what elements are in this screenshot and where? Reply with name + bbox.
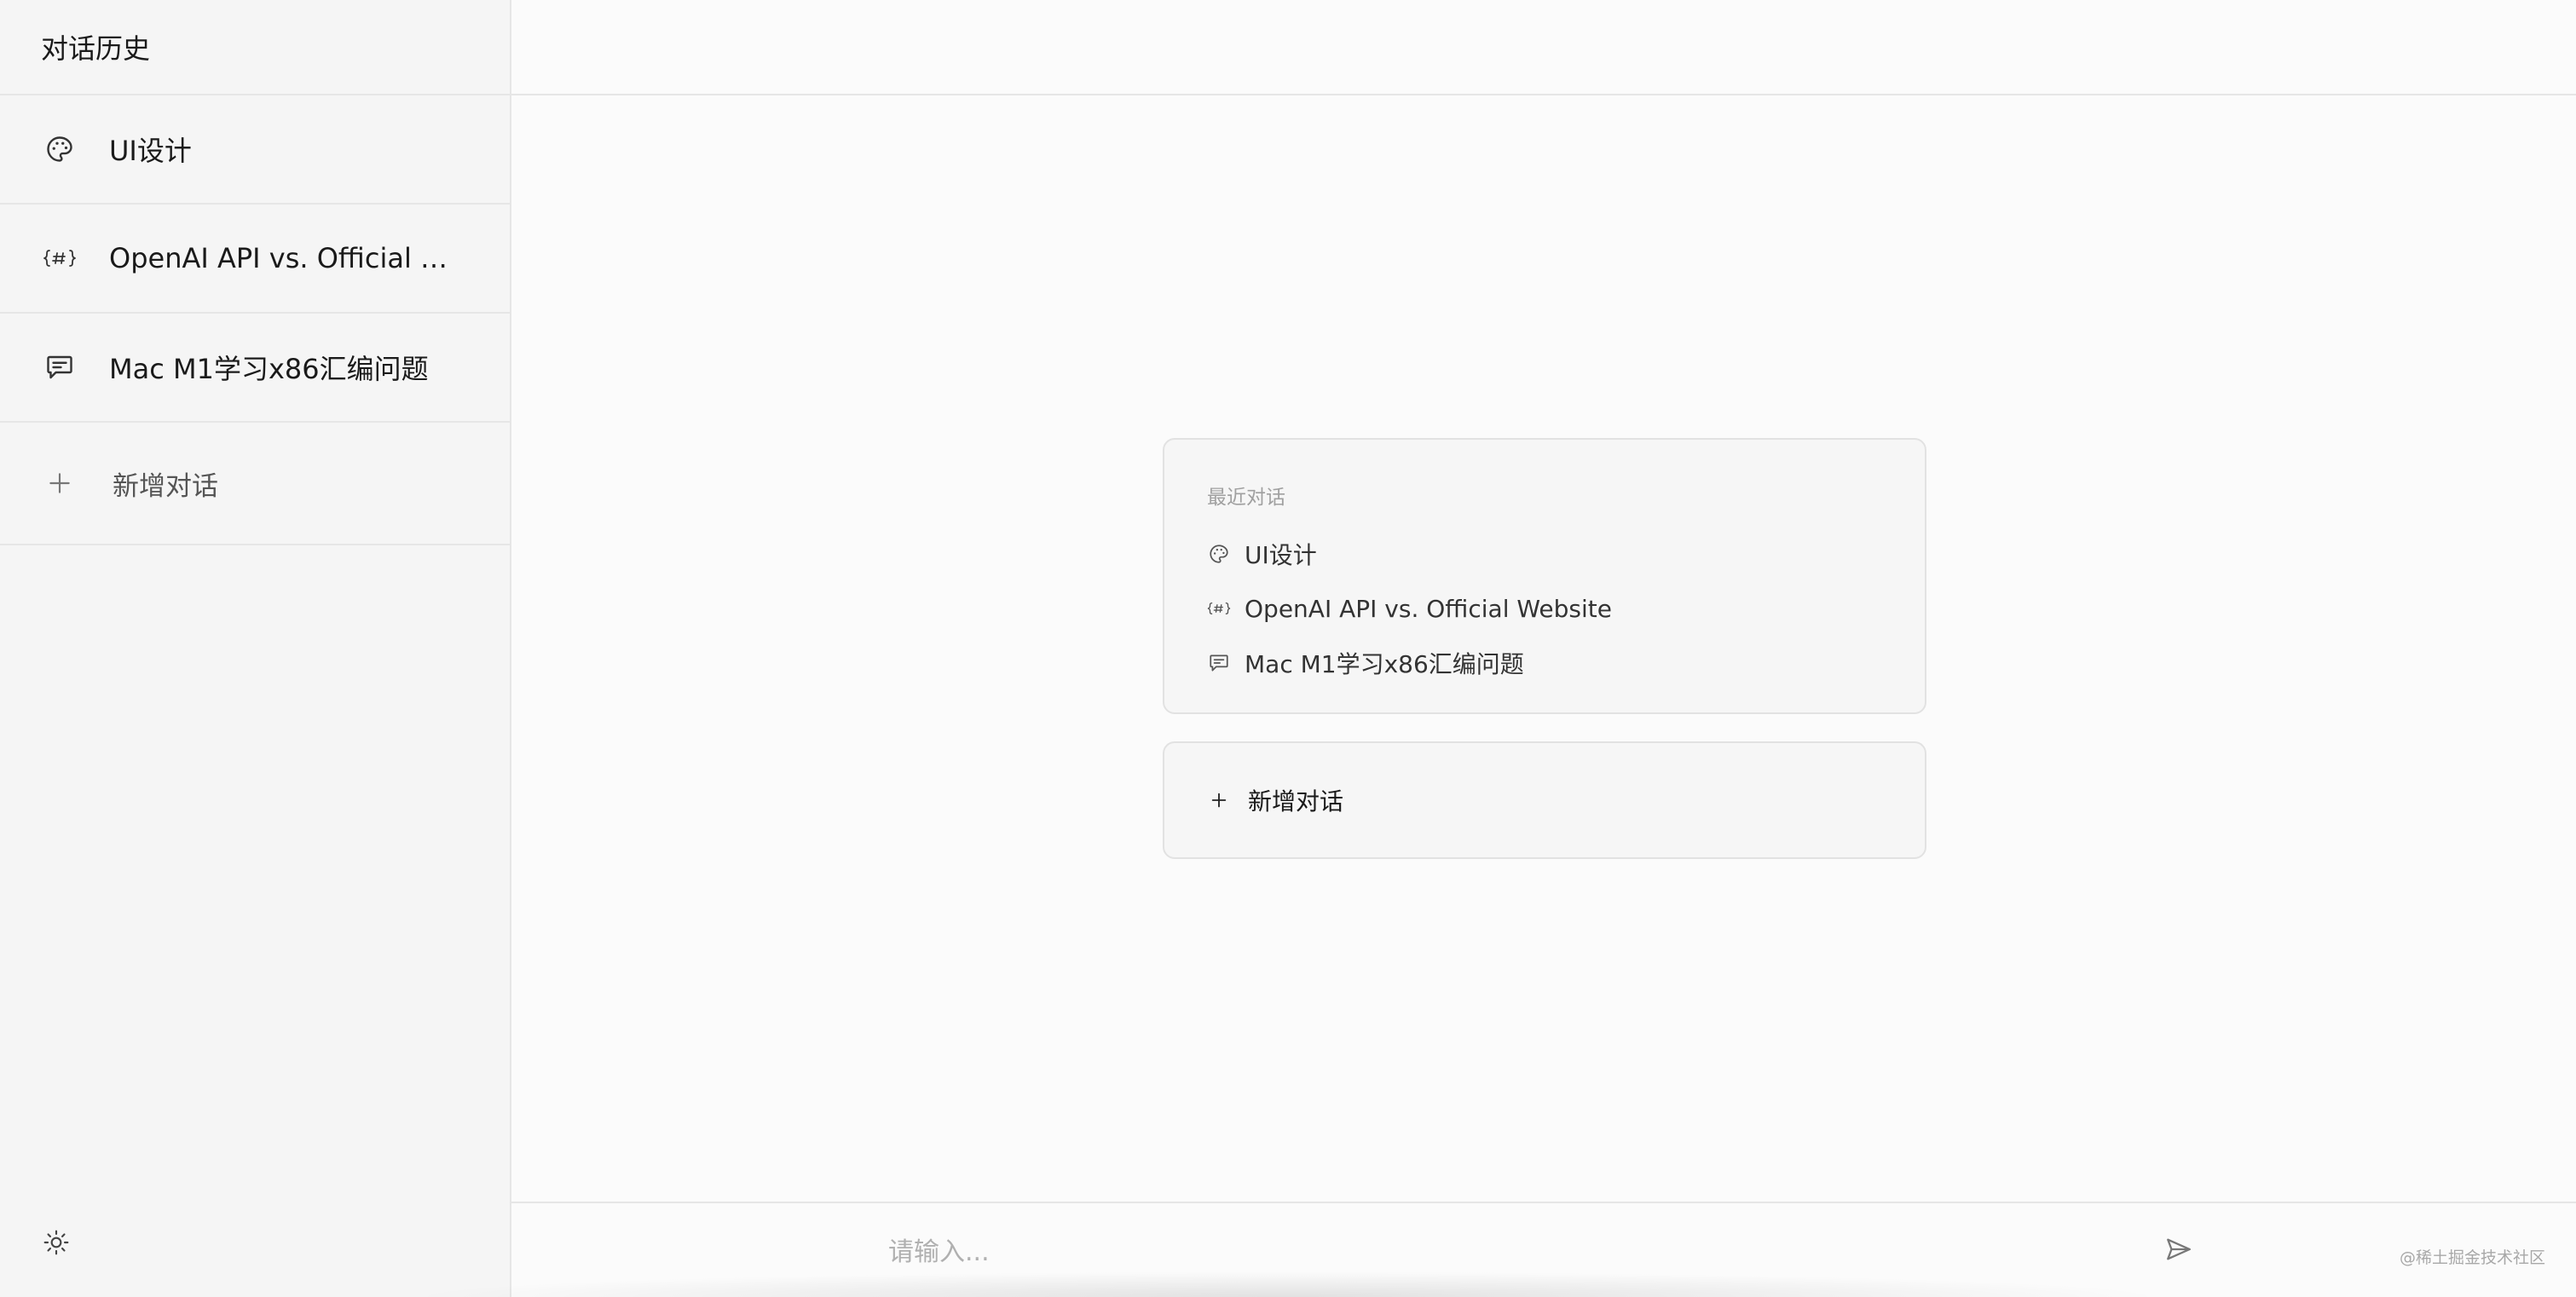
plus-icon (1209, 790, 1229, 810)
main-panel: 最近对话 UI设计 OpenAI API vs. Official Websit… (401, 0, 2576, 1297)
sidebar-new-chat-button[interactable]: 新增对话 (0, 423, 510, 545)
palette-icon (43, 132, 77, 166)
recent-chats-title: 最近对话 (1207, 487, 1285, 509)
sidebar-item-label: UI设计 (109, 135, 192, 167)
message-icon (1207, 651, 1231, 675)
sidebar-item-label: Mac M1学习x86汇编问题 (109, 353, 429, 385)
app-window: 对话历史 UI设计 OpenAI API vs. Official Web...… (0, 0, 2576, 1297)
plus-icon (44, 468, 75, 499)
sidebar-item-openai-api[interactable]: OpenAI API vs. Official Web... (0, 205, 510, 314)
recent-item-label: UI设计 (1245, 541, 1317, 569)
recent-item-ui-design[interactable]: UI设计 (1207, 527, 1925, 581)
sidebar-item-ui-design[interactable]: UI设计 (0, 95, 510, 205)
sidebar-title: 对话历史 (0, 0, 510, 95)
sidebar-item-label: OpenAI API vs. Official Web... (109, 242, 472, 274)
code-hash-icon (1207, 597, 1231, 620)
main-header (511, 0, 2576, 95)
recent-item-mac-m1[interactable]: Mac M1学习x86汇编问题 (1207, 636, 1925, 690)
recent-item-label: OpenAI API vs. Official Website (1245, 594, 1612, 623)
watermark: @稀土掘金技术社区 (2399, 1248, 2545, 1267)
chat-input-bar: @稀土掘金技术社区 (401, 1202, 2576, 1297)
recent-item-label: Mac M1学习x86汇编问题 (1245, 650, 1524, 678)
sidebar-item-mac-m1[interactable]: Mac M1学习x86汇编问题 (0, 314, 510, 423)
palette-icon (1207, 542, 1231, 566)
sidebar: 对话历史 UI设计 OpenAI API vs. Official Web...… (0, 0, 511, 1297)
theme-toggle-button[interactable] (39, 1227, 73, 1261)
new-chat-label: 新增对话 (1248, 787, 1344, 816)
chat-input[interactable] (887, 1222, 2574, 1282)
recent-chats-card: 最近对话 UI设计 OpenAI API vs. Official Websit… (1163, 438, 1926, 714)
code-hash-icon (43, 241, 77, 275)
send-icon (2164, 1235, 2193, 1267)
recent-item-openai-api[interactable]: OpenAI API vs. Official Website (1207, 581, 1925, 636)
sun-icon (43, 1229, 70, 1260)
sidebar-new-chat-label: 新增对话 (113, 470, 218, 502)
message-icon (43, 350, 77, 384)
new-chat-button[interactable]: 新增对话 (1163, 741, 1926, 859)
send-button[interactable] (2162, 1234, 2196, 1268)
